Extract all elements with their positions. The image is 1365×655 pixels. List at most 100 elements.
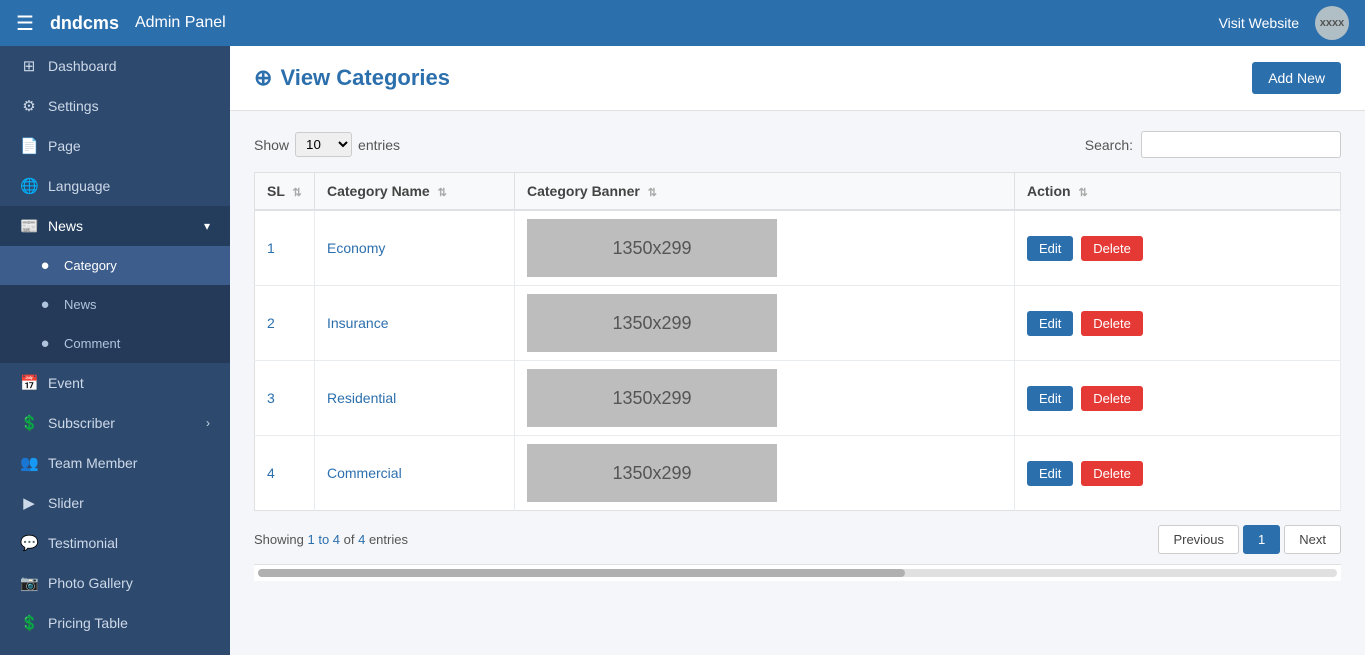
page-icon: 📄 [20, 137, 38, 155]
content-area: Show 10 25 50 100 entries Search: [230, 111, 1365, 601]
entries-select[interactable]: 10 25 50 100 [295, 132, 352, 157]
th-category-name: Category Name ⇅ [315, 173, 515, 211]
language-icon: 🌐 [20, 177, 38, 195]
sidebar-label-photo-gallery: Photo Gallery [48, 575, 133, 591]
page-title-text: View Categories [280, 65, 450, 91]
sidebar-label-team-member: Team Member [48, 455, 137, 471]
sidebar-item-settings[interactable]: ⚙ Settings [0, 86, 230, 126]
pagination: Previous 1 Next [1158, 525, 1341, 554]
subscriber-icon: 💲 [20, 414, 38, 432]
page-title: ⊕ View Categories [254, 65, 450, 91]
th-action: Action ⇅ [1015, 173, 1341, 211]
sidebar-item-photo-gallery[interactable]: 📷 Photo Gallery [0, 563, 230, 603]
sidebar-item-news[interactable]: 📰 News ▾ [0, 206, 230, 246]
show-entries-control: Show 10 25 50 100 entries [254, 132, 400, 157]
visit-website-link[interactable]: Visit Website [1219, 15, 1299, 31]
scroll-bar-track[interactable] [258, 569, 1337, 577]
layout: ⊞ Dashboard ⚙ Settings 📄 Page 🌐 Language… [0, 46, 1365, 655]
show-label: Show [254, 137, 289, 153]
panel-title: Admin Panel [135, 14, 1203, 32]
next-button[interactable]: Next [1284, 525, 1341, 554]
sidebar-label-event: Event [48, 375, 84, 391]
sidebar-sub-label-news: News [64, 297, 97, 312]
delete-button[interactable]: Delete [1081, 236, 1143, 261]
sidebar-label-slider: Slider [48, 495, 84, 511]
sidebar-sub-comment[interactable]: ● Comment [0, 324, 230, 363]
cell-category-banner: 1350x299 [515, 286, 1015, 361]
sl-sort-icon: ⇅ [293, 187, 302, 199]
delete-button[interactable]: Delete [1081, 386, 1143, 411]
sidebar-label-dashboard: Dashboard [48, 58, 117, 74]
prev-button[interactable]: Previous [1158, 525, 1239, 554]
sidebar-item-page[interactable]: 📄 Page [0, 126, 230, 166]
th-sl: SL ⇅ [255, 173, 315, 211]
sidebar-item-testimonial[interactable]: 💬 Testimonial [0, 523, 230, 563]
avatar[interactable]: xxxx [1315, 6, 1349, 40]
cell-sl: 4 [255, 436, 315, 511]
add-new-button[interactable]: Add New [1252, 62, 1341, 94]
sidebar-label-settings: Settings [48, 98, 99, 114]
search-input[interactable] [1141, 131, 1341, 158]
comment-dot-icon: ● [36, 335, 54, 352]
cell-action: Edit Delete [1015, 286, 1341, 361]
photo-gallery-icon: 📷 [20, 574, 38, 592]
table-header-row: SL ⇅ Category Name ⇅ Category Banner ⇅ [255, 173, 1341, 211]
table-row: 4 Commercial 1350x299 Edit Delete [255, 436, 1341, 511]
page-1-button[interactable]: 1 [1243, 525, 1280, 554]
table-footer: Showing 1 to 4 of 4 entries Previous 1 N… [254, 525, 1341, 554]
dashboard-icon: ⊞ [20, 57, 38, 75]
sidebar-sub-label-comment: Comment [64, 336, 120, 351]
sidebar-item-team-member[interactable]: 👥 Team Member [0, 443, 230, 483]
sidebar-label-news: News [48, 218, 83, 234]
sidebar-item-slider[interactable]: ▶ Slider [0, 483, 230, 523]
nav-toggle-icon[interactable]: ☰ [16, 11, 34, 36]
delete-button[interactable]: Delete [1081, 311, 1143, 336]
sidebar-label-subscriber: Subscriber [48, 415, 115, 431]
subscriber-arrow-icon: › [206, 416, 210, 430]
edit-button[interactable]: Edit [1027, 461, 1073, 486]
cell-sl: 1 [255, 210, 315, 286]
sidebar-sub-news[interactable]: ● News [0, 285, 230, 324]
banner-image: 1350x299 [527, 444, 777, 502]
banner-image: 1350x299 [527, 294, 777, 352]
sidebar-item-language[interactable]: 🌐 Language [0, 166, 230, 206]
table-row: 1 Economy 1350x299 Edit Delete [255, 210, 1341, 286]
showing-total: 4 [358, 532, 365, 547]
table-row: 2 Insurance 1350x299 Edit Delete [255, 286, 1341, 361]
edit-button[interactable]: Edit [1027, 386, 1073, 411]
entries-label: entries [358, 137, 400, 153]
pricing-table-icon: 💲 [20, 614, 38, 632]
cell-category-name: Insurance [315, 286, 515, 361]
scroll-bar-thumb [258, 569, 905, 577]
category-banner-sort-icon: ⇅ [648, 187, 657, 199]
sidebar-sub-label-category: Category [64, 258, 117, 273]
sidebar-item-pricing-table[interactable]: 💲 Pricing Table [0, 603, 230, 643]
cell-action: Edit Delete [1015, 436, 1341, 511]
team-member-icon: 👥 [20, 454, 38, 472]
cell-sl: 2 [255, 286, 315, 361]
category-name-sort-icon: ⇅ [438, 187, 447, 199]
delete-button[interactable]: Delete [1081, 461, 1143, 486]
showing-range: 1 to 4 [307, 532, 340, 547]
edit-button[interactable]: Edit [1027, 311, 1073, 336]
slider-icon: ▶ [20, 494, 38, 512]
sidebar-item-dashboard[interactable]: ⊞ Dashboard [0, 46, 230, 86]
table-row: 3 Residential 1350x299 Edit Delete [255, 361, 1341, 436]
search-label: Search: [1085, 137, 1133, 153]
edit-button[interactable]: Edit [1027, 236, 1073, 261]
cell-category-name: Commercial [315, 436, 515, 511]
news-submenu: ● Category ● News ● Comment [0, 246, 230, 363]
sidebar-label-language: Language [48, 178, 110, 194]
banner-image: 1350x299 [527, 219, 777, 277]
cell-category-banner: 1350x299 [515, 436, 1015, 511]
cell-category-name: Residential [315, 361, 515, 436]
news-dot-icon: ● [36, 296, 54, 313]
showing-text: Showing 1 to 4 of 4 entries [254, 532, 408, 547]
banner-image: 1350x299 [527, 369, 777, 427]
sidebar-sub-category[interactable]: ● Category [0, 246, 230, 285]
sidebar-label-pricing-table: Pricing Table [48, 615, 128, 631]
news-arrow-icon: ▾ [204, 219, 210, 233]
sidebar-item-event[interactable]: 📅 Event [0, 363, 230, 403]
sidebar-label-testimonial: Testimonial [48, 535, 118, 551]
sidebar-item-subscriber[interactable]: 💲 Subscriber › [0, 403, 230, 443]
